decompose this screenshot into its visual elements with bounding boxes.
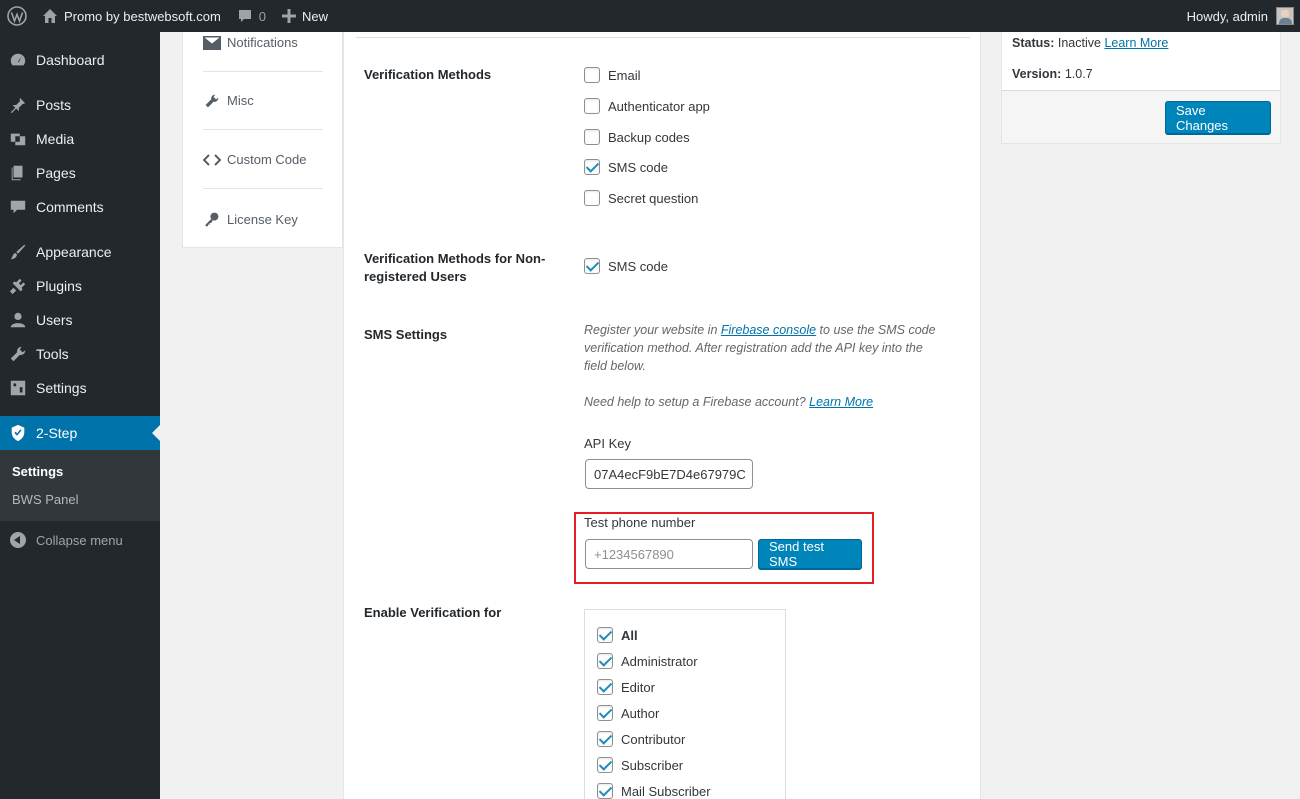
collapse-menu-label: Collapse menu	[36, 532, 123, 548]
learn-more-link[interactable]: Learn More	[809, 395, 873, 409]
role-all[interactable]: All	[597, 627, 638, 643]
role-subscriber[interactable]: Subscriber	[597, 757, 683, 773]
sms-code-checkbox[interactable]	[584, 159, 600, 175]
plugin-icon	[0, 277, 36, 295]
role-administrator[interactable]: Administrator	[597, 653, 698, 669]
tab-custom-code[interactable]: Custom Code	[203, 131, 323, 189]
menu-settings[interactable]: Settings	[0, 371, 160, 405]
users-icon	[0, 311, 36, 329]
test-phone-input[interactable]: +1234567890	[585, 539, 753, 569]
tab-license-key[interactable]: License Key	[203, 190, 323, 248]
shield-icon	[0, 424, 36, 442]
envelope-icon	[203, 34, 221, 52]
menu-comments[interactable]: Comments	[0, 190, 160, 224]
menu-plugins[interactable]: Plugins	[0, 269, 160, 303]
role-mail-subscriber-checkbox[interactable]	[597, 783, 613, 799]
role-editor[interactable]: Editor	[597, 679, 655, 695]
save-changes-button[interactable]: Save Changes	[1165, 101, 1271, 134]
backup-codes-checkbox[interactable]	[584, 129, 600, 145]
firebase-help-text: Need help to setup a Firebase account? L…	[584, 395, 874, 409]
verification-methods-label: Verification Methods	[364, 67, 492, 82]
settings-tabs: Notifications Misc Custom Code License K…	[182, 32, 343, 248]
admin-side-menu: Dashboard Posts Media Pages Comments App…	[0, 32, 160, 799]
roles-list: All Administrator Editor Author Contribu…	[584, 609, 786, 799]
menu-dashboard[interactable]: Dashboard	[0, 43, 160, 77]
wrench-icon	[203, 92, 221, 110]
role-contributor-checkbox[interactable]	[597, 731, 613, 747]
avatar	[1276, 7, 1294, 25]
comments-icon	[0, 198, 36, 216]
divider	[356, 37, 970, 38]
pages-icon	[0, 164, 36, 182]
method-sms-code[interactable]: SMS code	[584, 159, 668, 175]
settings-form: Verification Methods Email Authenticator…	[343, 32, 981, 799]
pin-icon	[0, 96, 36, 114]
home-icon	[43, 9, 57, 23]
role-author[interactable]: Author	[597, 705, 659, 721]
method-authenticator[interactable]: Authenticator app	[584, 98, 710, 114]
wrench-icon	[0, 345, 36, 363]
status-line: Status: Inactive Learn More	[1012, 36, 1169, 50]
method-secret-question[interactable]: Secret question	[584, 190, 698, 206]
send-test-sms-button[interactable]: Send test SMS	[758, 539, 862, 569]
menu-appearance[interactable]: Appearance	[0, 235, 160, 269]
role-author-checkbox[interactable]	[597, 705, 613, 721]
sms-settings-description: Register your website in Firebase consol…	[584, 323, 936, 373]
tab-notifications[interactable]: Notifications	[203, 14, 323, 72]
settings-icon	[0, 379, 36, 397]
api-key-input[interactable]: 07A4ecF9bE7D4e67979C	[585, 459, 753, 489]
method-backup-codes[interactable]: Backup codes	[584, 129, 690, 145]
submenu-bws-panel[interactable]: BWS Panel	[12, 492, 78, 507]
status-learn-more-link[interactable]: Learn More	[1104, 36, 1168, 50]
non-registered-label: Verification Methods for Non- registered…	[364, 251, 546, 284]
menu-users[interactable]: Users	[0, 303, 160, 337]
wordpress-logo-icon[interactable]	[0, 0, 34, 32]
menu-pages[interactable]: Pages	[0, 156, 160, 190]
role-subscriber-checkbox[interactable]	[597, 757, 613, 773]
method-email[interactable]: Email	[584, 67, 641, 83]
api-key-label: API Key	[584, 436, 631, 451]
sms-settings-label: SMS Settings	[364, 327, 448, 342]
site-name: Promo by bestwebsoft.com	[64, 8, 221, 24]
submenu-settings[interactable]: Settings	[12, 464, 63, 479]
plugin-status-box: Status: Inactive Learn More Version: 1.0…	[1001, 32, 1281, 144]
role-mail-subscriber[interactable]: Mail Subscriber	[597, 783, 711, 799]
menu-tools[interactable]: Tools	[0, 337, 160, 371]
firebase-console-link[interactable]: Firebase console	[721, 323, 816, 337]
admin-bar: Promo by bestwebsoft.com 0 New Howdy, ad…	[0, 0, 1300, 32]
site-name-link[interactable]: Promo by bestwebsoft.com	[34, 0, 229, 32]
non-registered-sms-code[interactable]: SMS code	[584, 258, 668, 274]
media-icon	[0, 130, 36, 148]
key-icon	[203, 210, 221, 228]
submenu-2-step: Settings BWS Panel	[0, 450, 160, 521]
howdy-text: Howdy, admin	[1186, 8, 1268, 24]
menu-2-step[interactable]: 2-Step	[0, 416, 160, 450]
side-box-footer: Save Changes	[1002, 90, 1280, 143]
role-all-checkbox[interactable]	[597, 627, 613, 643]
role-editor-checkbox[interactable]	[597, 679, 613, 695]
dashboard-icon	[0, 51, 36, 69]
brush-icon	[0, 243, 36, 261]
my-account-link[interactable]: Howdy, admin	[1179, 0, 1300, 32]
test-phone-label: Test phone number	[584, 515, 696, 530]
role-administrator-checkbox[interactable]	[597, 653, 613, 669]
menu-media[interactable]: Media	[0, 122, 160, 156]
tab-misc[interactable]: Misc	[203, 72, 323, 130]
secret-question-checkbox[interactable]	[584, 190, 600, 206]
version-line: Version: 1.0.7	[1012, 67, 1093, 81]
collapse-menu-button[interactable]: Collapse menu	[0, 523, 160, 557]
authenticator-checkbox[interactable]	[584, 98, 600, 114]
non-registered-sms-checkbox[interactable]	[584, 258, 600, 274]
collapse-arrow-icon	[10, 532, 26, 548]
menu-posts[interactable]: Posts	[0, 88, 160, 122]
code-icon	[203, 151, 221, 169]
role-contributor[interactable]: Contributor	[597, 731, 685, 747]
enable-verification-label: Enable Verification for	[364, 605, 502, 620]
email-checkbox[interactable]	[584, 67, 600, 83]
